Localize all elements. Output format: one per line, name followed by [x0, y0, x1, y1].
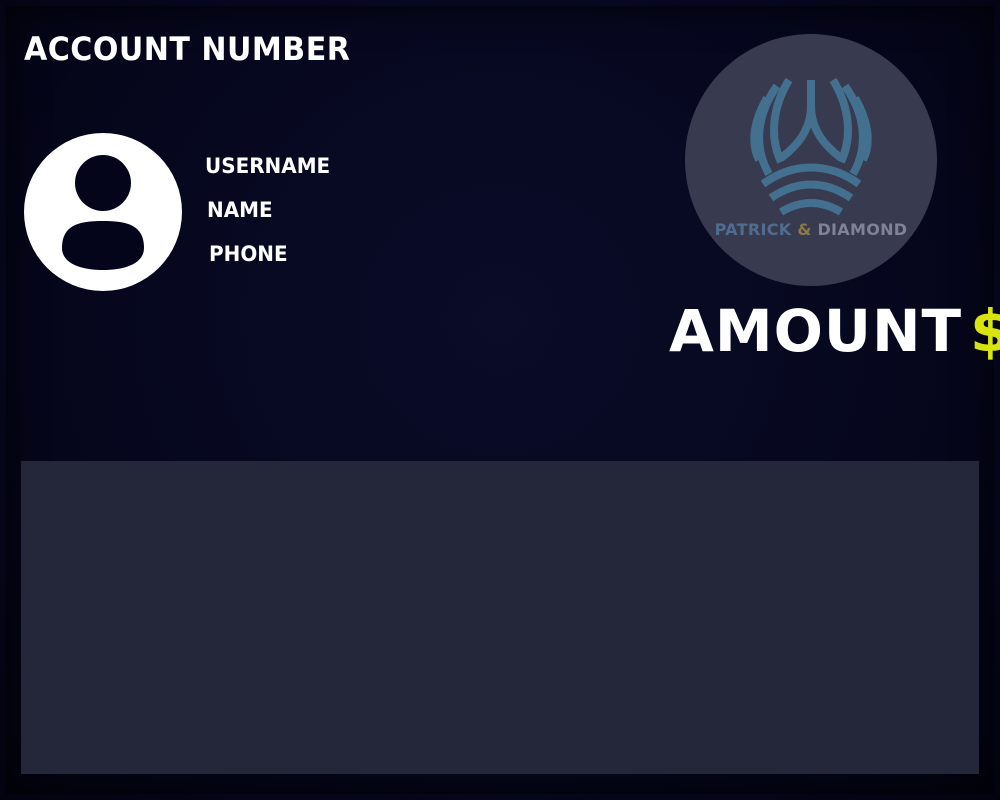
company-logo-mark	[750, 77, 872, 216]
company-logo: PATRICK & DIAMOND	[685, 34, 937, 286]
logo-name-part1: PATRICK	[714, 220, 792, 239]
phone-label: PHONE	[209, 242, 288, 266]
name-label: NAME	[207, 198, 273, 222]
company-logo-text: PATRICK & DIAMOND	[685, 220, 937, 239]
amount-display: AMOUNT $	[669, 298, 1000, 364]
account-number-label: ACCOUNT NUMBER	[24, 30, 351, 68]
amount-label: AMOUNT	[669, 297, 963, 365]
content-panel	[21, 461, 979, 774]
logo-ampersand: &	[797, 220, 812, 239]
currency-symbol: $	[970, 297, 1000, 365]
user-avatar-icon	[24, 133, 182, 291]
username-label: USERNAME	[205, 154, 331, 178]
logo-name-part2: DIAMOND	[817, 220, 908, 239]
